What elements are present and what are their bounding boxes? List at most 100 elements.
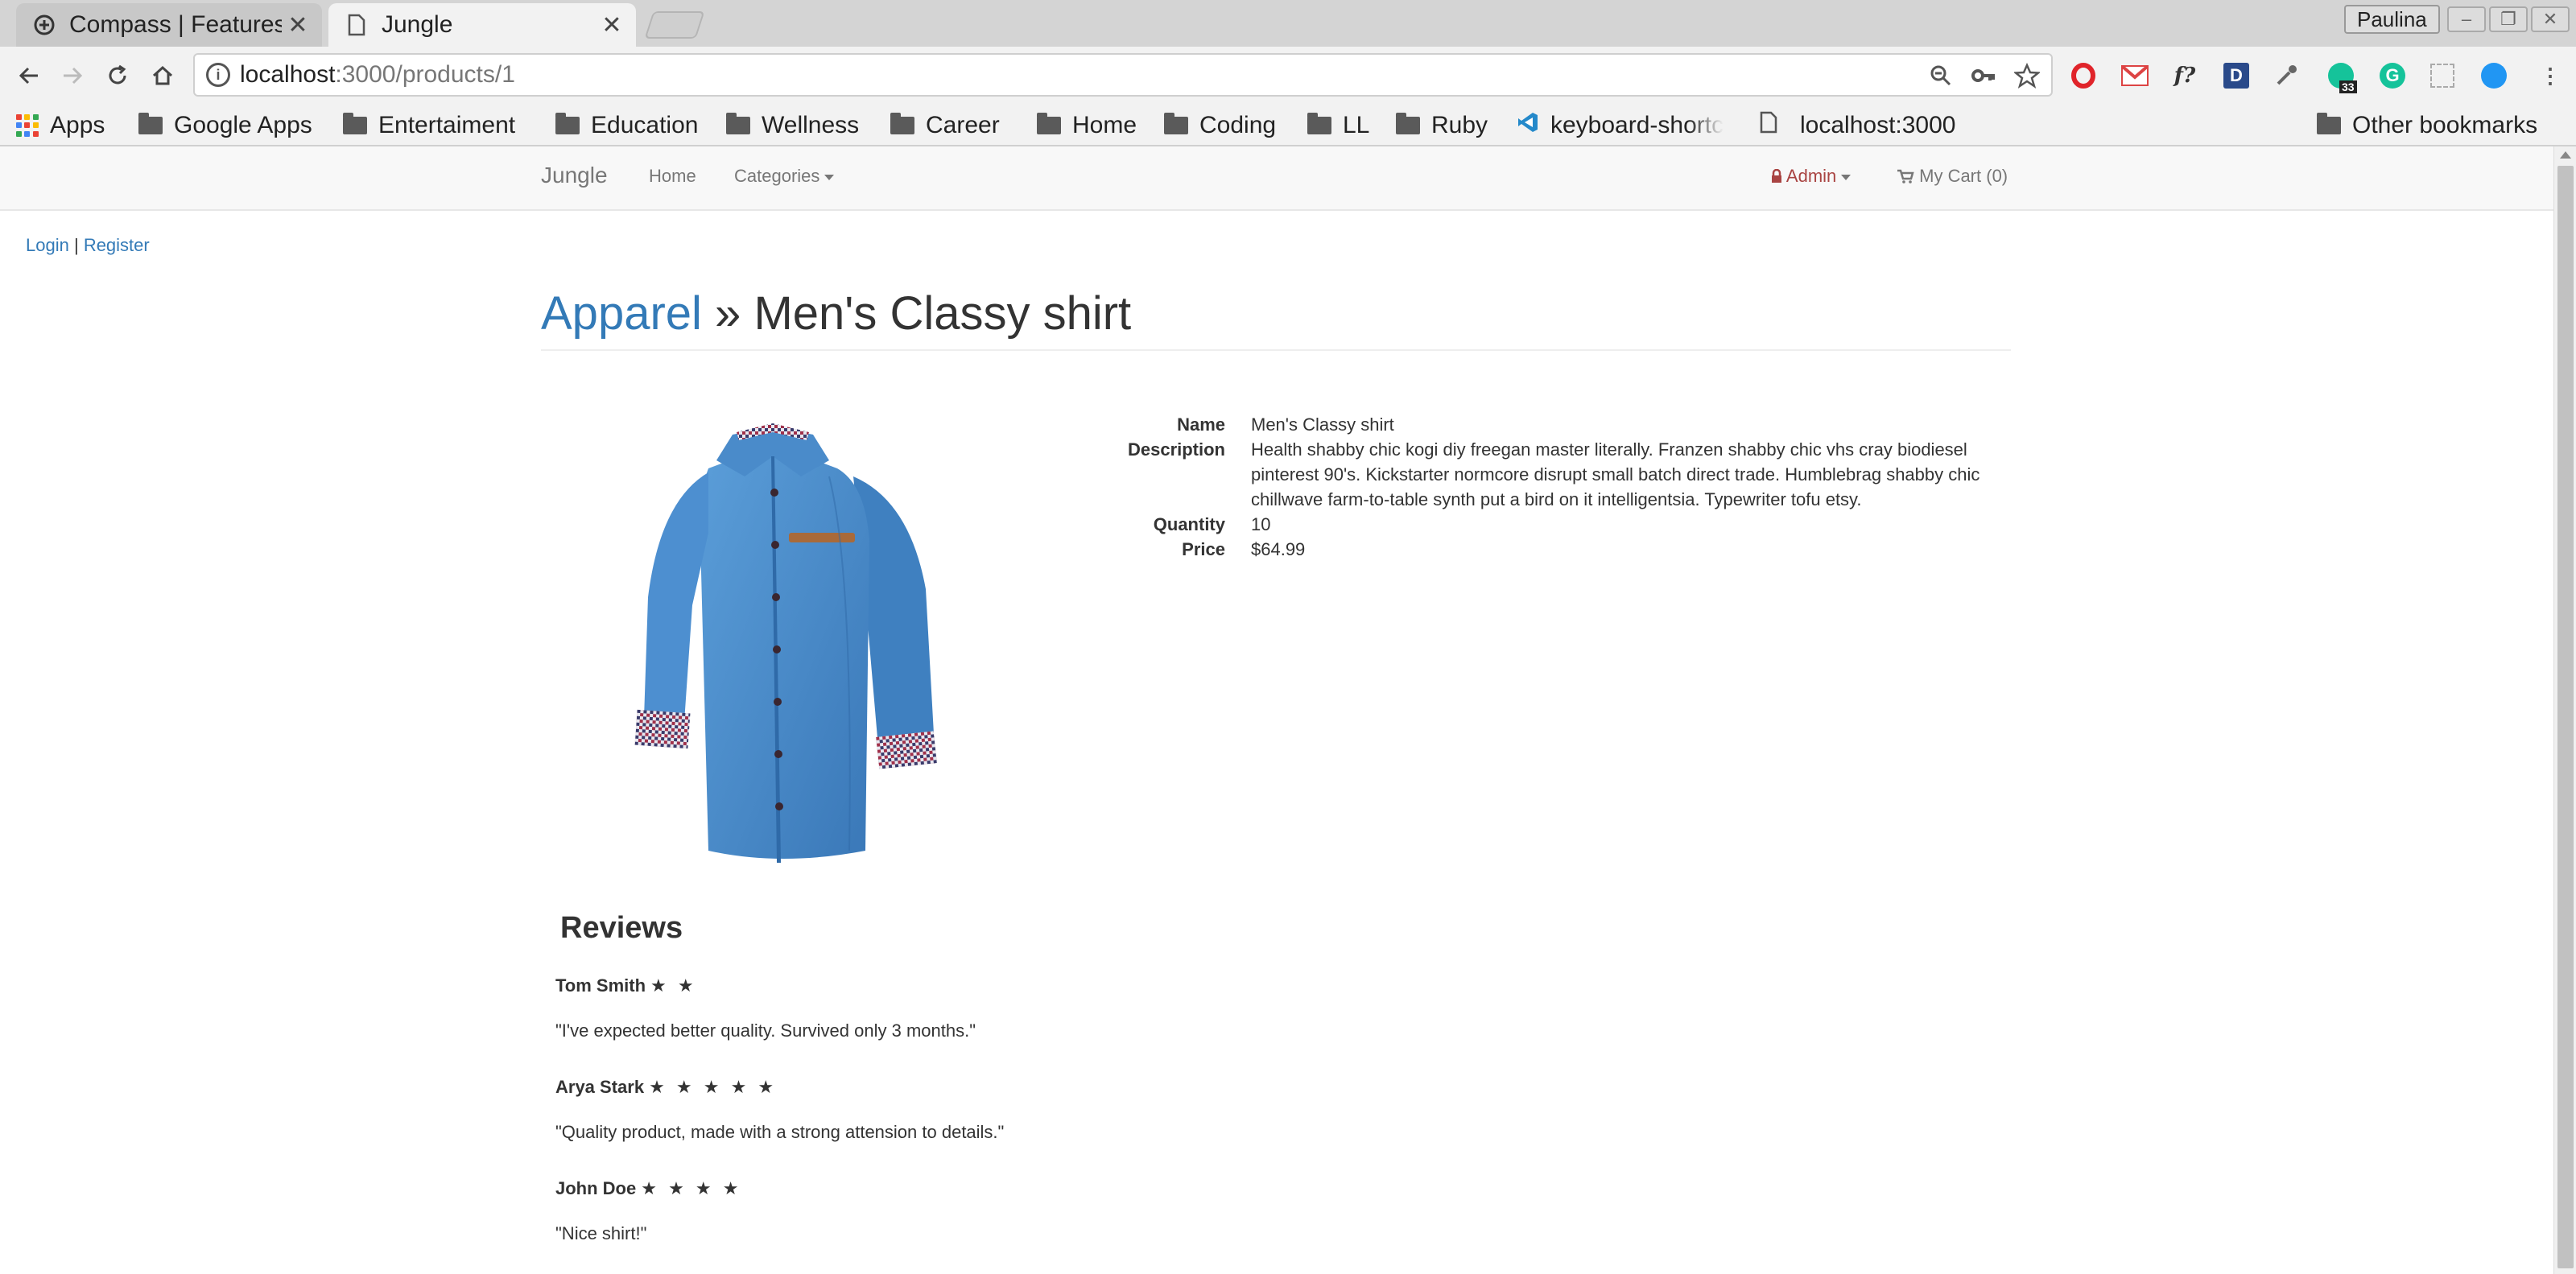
- bookmark-home[interactable]: Home: [1037, 108, 1137, 143]
- forward-arrow-icon: [64, 67, 83, 85]
- review-text: "Quality product, made with a strong att…: [555, 1122, 1005, 1142]
- auth-links: Login | Register: [26, 235, 150, 256]
- folder-icon: [726, 113, 750, 134]
- gmail-icon[interactable]: [2119, 60, 2151, 92]
- bookmark-career[interactable]: Career: [890, 108, 1000, 143]
- browser-tab-strip: Compass | Features ✕ Jungle ✕ Paulina – …: [0, 0, 2576, 47]
- detail-label: Price: [1182, 539, 1225, 559]
- profile-button[interactable]: Paulina: [2344, 5, 2440, 34]
- category-link[interactable]: Apparel: [541, 287, 702, 340]
- close-window-button[interactable]: ✕: [2531, 6, 2570, 32]
- review-header: Tom Smith ★ ★: [555, 975, 976, 996]
- detail-row-price: Price $64.99: [1103, 537, 2013, 562]
- product-name-value: Men's Classy shirt: [1251, 414, 1394, 435]
- product-price-value: $64.99: [1251, 539, 1306, 559]
- tab-title: Compass | Features: [69, 11, 282, 38]
- apps-grid-icon: [16, 114, 39, 137]
- bookmark-google-apps[interactable]: Google Apps: [138, 108, 312, 143]
- nav-home[interactable]: Home: [649, 166, 696, 187]
- eyedropper-icon[interactable]: [2270, 60, 2302, 92]
- product-image: [634, 423, 937, 863]
- site-brand[interactable]: Jungle: [541, 163, 608, 188]
- back-arrow-icon: [19, 67, 38, 85]
- dashlane-icon[interactable]: D: [2220, 60, 2252, 92]
- page-scrollbar[interactable]: [2553, 146, 2576, 1274]
- folder-icon: [1037, 113, 1061, 134]
- grammarly-icon[interactable]: G: [2376, 60, 2409, 92]
- login-link[interactable]: Login: [26, 235, 69, 255]
- folder-icon: [1164, 113, 1188, 134]
- bookmark-coding[interactable]: Coding: [1164, 108, 1276, 143]
- bookmark-other[interactable]: Other bookmarks: [2317, 108, 2537, 143]
- cart-icon: [1897, 166, 1919, 186]
- library-extension-icon[interactable]: [2478, 60, 2510, 92]
- breadcrumb-separator: »: [715, 287, 741, 340]
- folder-icon: [343, 113, 367, 134]
- address-bar[interactable]: i localhost:3000/products/1: [193, 53, 2053, 97]
- tab-title: Jungle: [382, 11, 453, 38]
- star-bookmark-icon[interactable]: [2014, 63, 2040, 89]
- extension-badge: 33: [2339, 80, 2357, 93]
- review-text: "I've expected better quality. Survived …: [555, 1020, 976, 1041]
- detail-row-quantity: Quantity 10: [1103, 512, 2013, 537]
- folder-icon: [555, 113, 580, 134]
- detail-row-description: Description Health shabby chic kogi diy …: [1103, 437, 2013, 512]
- page-icon: [1760, 111, 1777, 140]
- bookmark-keyboard-shortcuts[interactable]: keyboard-shortc: [1517, 108, 1737, 143]
- forward-button[interactable]: [52, 55, 93, 97]
- reload-button[interactable]: [97, 55, 138, 97]
- bookmark-education[interactable]: Education: [555, 108, 698, 143]
- opera-icon[interactable]: [2067, 60, 2099, 92]
- detail-label: Name: [1177, 414, 1225, 435]
- page-icon: [345, 13, 369, 37]
- new-tab-button[interactable]: [644, 11, 705, 39]
- folder-icon: [1396, 113, 1420, 134]
- review-author: John Doe: [555, 1178, 637, 1198]
- zoom-icon[interactable]: [1929, 64, 1953, 88]
- page-header: Apparel » Men's Classy shirt: [541, 290, 2011, 351]
- folder-icon: [890, 113, 914, 134]
- bookmark-apps[interactable]: Apps: [16, 108, 105, 143]
- page-viewport: Jungle Home Categories Admin My Cart (0)…: [0, 146, 2553, 1274]
- nav-admin-dropdown[interactable]: Admin: [1771, 166, 1852, 187]
- bookmark-ruby[interactable]: Ruby: [1396, 108, 1488, 143]
- bookmark-localhost[interactable]: localhost:3000: [1760, 108, 1955, 143]
- nav-categories-dropdown[interactable]: Categories: [734, 166, 835, 187]
- folder-icon: [2317, 113, 2341, 134]
- tab-jungle[interactable]: Jungle ✕: [328, 3, 636, 47]
- product-title: Men's Classy shirt: [753, 287, 1132, 340]
- home-icon: [152, 65, 173, 85]
- key-icon[interactable]: [1971, 64, 1996, 88]
- chrome-menu-icon[interactable]: ⋮: [2534, 60, 2566, 92]
- review-item: Tom Smith ★ ★ "I've expected better quali…: [555, 975, 976, 1041]
- vscode-icon: [1517, 111, 1539, 140]
- minimize-button[interactable]: –: [2447, 6, 2486, 32]
- bookmark-wellness[interactable]: Wellness: [726, 108, 859, 143]
- caret-down-icon: [824, 174, 835, 180]
- product-details: Name Men's Classy shirt Description Heal…: [1103, 412, 2013, 562]
- home-button[interactable]: [142, 55, 184, 97]
- tab-compass[interactable]: Compass | Features ✕: [16, 3, 322, 47]
- url-text: localhost:3000/products/1: [240, 61, 515, 88]
- close-tab-icon[interactable]: ✕: [282, 11, 314, 39]
- bookmark-entertaiment[interactable]: Entertaiment: [343, 108, 515, 143]
- font-finder-icon[interactable]: f?: [2169, 60, 2201, 92]
- scroll-up-arrow-icon[interactable]: [2560, 151, 2571, 159]
- nav-my-cart[interactable]: My Cart (0): [1897, 166, 2008, 187]
- grammarly-extension-icon[interactable]: 33: [2325, 60, 2357, 93]
- back-button[interactable]: [8, 55, 50, 97]
- bookmark-ll[interactable]: LL: [1307, 108, 1369, 143]
- extension-grid-icon[interactable]: [2426, 60, 2458, 92]
- lock-icon: [1771, 166, 1786, 186]
- review-text: "Nice shirt!": [555, 1223, 647, 1243]
- review-author: Arya Stark: [555, 1077, 645, 1097]
- register-link[interactable]: Register: [84, 235, 150, 255]
- close-tab-icon[interactable]: ✕: [596, 11, 628, 39]
- auth-separator: |: [73, 235, 79, 255]
- info-icon[interactable]: i: [206, 63, 230, 87]
- restore-button[interactable]: ❐: [2489, 6, 2528, 32]
- product-quantity-value: 10: [1251, 514, 1271, 534]
- caret-down-icon: [1841, 174, 1852, 180]
- scrollbar-thumb[interactable]: [2557, 166, 2574, 1268]
- review-author: Tom Smith: [555, 975, 646, 996]
